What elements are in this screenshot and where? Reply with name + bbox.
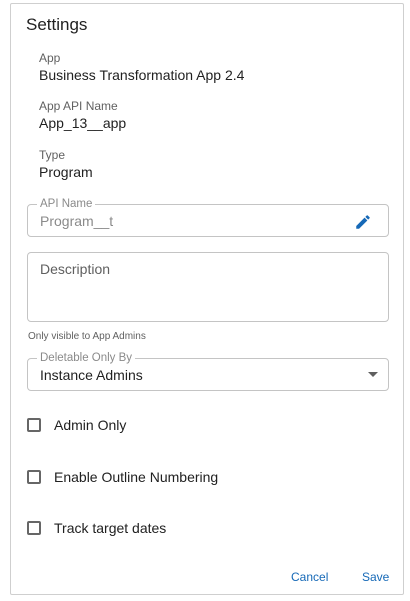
outline-numbering-label: Enable Outline Numbering (54, 469, 219, 485)
pencil-edit-icon[interactable] (354, 213, 372, 231)
dropdown-caret-icon[interactable] (368, 372, 378, 377)
type-label: Type (39, 148, 66, 162)
track-target-dates-checkbox[interactable] (27, 521, 41, 535)
outline-numbering-checkbox-row[interactable]: Enable Outline Numbering (27, 467, 218, 487)
panel-title: Settings (26, 15, 88, 34)
api-name-field[interactable]: API Name Program__t (27, 197, 389, 237)
app-api-name-label: App API Name (39, 99, 118, 113)
description-helper-text: Only visible to App Admins (28, 331, 146, 342)
track-target-dates-checkbox-row[interactable]: Track target dates (27, 518, 166, 538)
api-name-value: Program__t (40, 213, 114, 229)
admin-only-checkbox-row[interactable]: Admin Only (27, 415, 126, 435)
app-value: Business Transformation App 2.4 (39, 67, 245, 83)
track-target-dates-label: Track target dates (54, 520, 167, 536)
description-field[interactable]: Description (27, 252, 389, 322)
settings-panel: Settings App Business Transformation App… (10, 3, 404, 595)
app-api-name-value: App_13__app (39, 115, 127, 131)
cancel-button[interactable]: Cancel (291, 570, 328, 584)
deletable-only-by-value: Instance Admins (40, 367, 143, 383)
type-value: Program (39, 164, 93, 180)
save-button[interactable]: Save (362, 570, 389, 584)
deletable-only-by-legend: Deletable Only By (37, 351, 136, 365)
app-label: App (39, 51, 61, 65)
deletable-only-by-select[interactable]: Deletable Only By Instance Admins (27, 351, 389, 391)
description-placeholder: Description (40, 261, 111, 277)
outline-numbering-checkbox[interactable] (27, 470, 41, 484)
api-name-legend: API Name (37, 197, 96, 211)
admin-only-checkbox[interactable] (27, 418, 41, 432)
admin-only-label: Admin Only (54, 417, 127, 433)
